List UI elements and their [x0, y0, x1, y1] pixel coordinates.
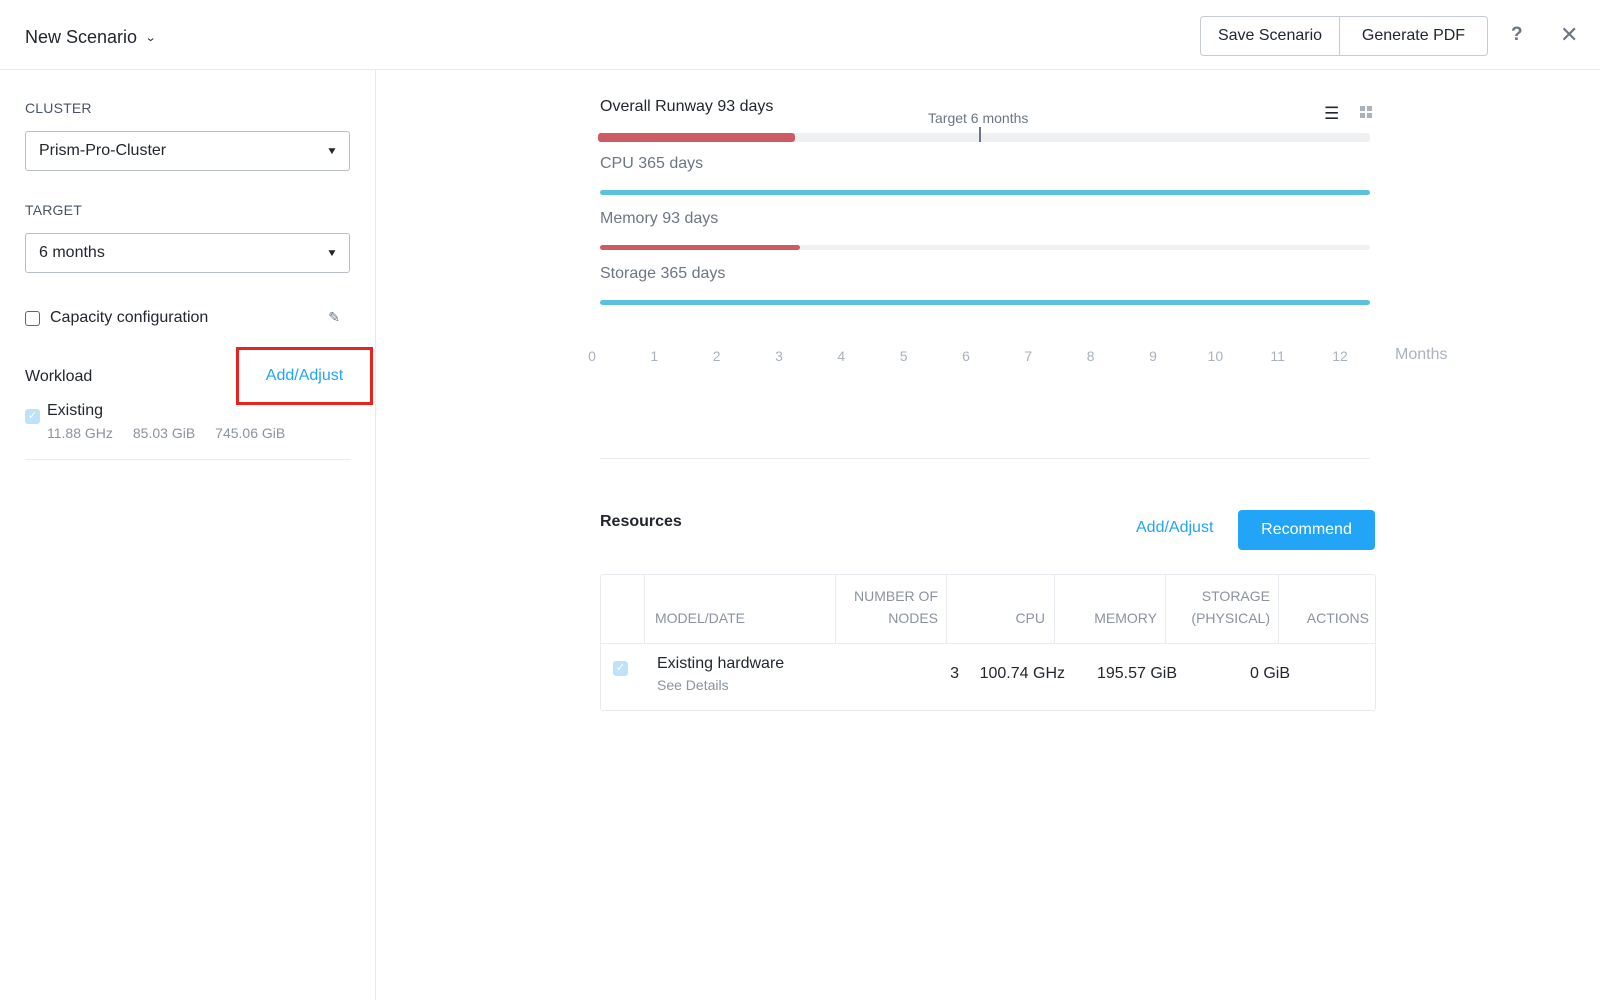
- axis-tick-label: 8: [1086, 348, 1095, 364]
- overall-runway-track: [598, 133, 1370, 142]
- axis-tick-label: 6: [962, 348, 970, 364]
- existing-workload-cpu: 11.88 GHz: [47, 425, 113, 441]
- months-axis-unit: Months: [1395, 346, 1448, 363]
- target-select[interactable]: 6 months ▼: [25, 233, 350, 273]
- pencil-edit-icon[interactable]: ✎: [328, 309, 340, 326]
- help-icon[interactable]: ?: [1511, 24, 1523, 46]
- section-divider: [600, 458, 1370, 459]
- header-button-group: Save Scenario Generate PDF: [1200, 16, 1488, 56]
- memory-runway-fill: [600, 245, 801, 250]
- workload-add-adjust-link[interactable]: Add/Adjust: [266, 367, 343, 385]
- axis-tick-label: 9: [1149, 348, 1157, 364]
- row-nodes: 3: [950, 665, 959, 682]
- memory-runway-track: [600, 245, 1370, 250]
- list-view-icon[interactable]: ☰: [1324, 104, 1339, 124]
- resources-add-adjust-link[interactable]: Add/Adjust: [1136, 519, 1213, 537]
- chevron-down-icon: ▼: [326, 145, 338, 157]
- column-separator: [835, 575, 836, 643]
- column-header-storage-line1: STORAGE: [1201, 588, 1270, 604]
- capacity-configuration-row: Capacity configuration ✎: [25, 306, 340, 330]
- target-marker-tick: [979, 127, 981, 142]
- scenario-title-dropdown[interactable]: New Scenario ⌄: [25, 27, 157, 48]
- existing-workload-metrics: 11.88 GHz 85.03 GiB 745.06 GiB: [47, 425, 285, 441]
- chevron-down-icon: ▼: [326, 247, 338, 259]
- existing-workload-storage: 745.06 GiB: [215, 425, 286, 441]
- target-marker-label: Target 6 months: [928, 110, 1029, 126]
- main-panel: Overall Runway 93 days Target 6 months ☰…: [376, 70, 1600, 1000]
- row-cpu: 100.74 GHz: [979, 665, 1065, 682]
- column-header-model: MODEL/DATE: [655, 610, 745, 626]
- existing-workload-checkbox[interactable]: ✓: [25, 409, 40, 424]
- target-label: TARGET: [25, 202, 82, 218]
- axis-tick-label: 12: [1332, 348, 1348, 364]
- memory-runway-label: Memory 93 days: [600, 210, 719, 227]
- cluster-select[interactable]: Prism-Pro-Cluster ▼: [25, 131, 350, 171]
- existing-hardware-checkbox[interactable]: ✓: [613, 661, 628, 676]
- cluster-label: CLUSTER: [25, 100, 92, 116]
- column-separator: [1054, 575, 1055, 643]
- close-icon[interactable]: ✕: [1560, 22, 1578, 48]
- storage-runway-track: [600, 300, 1370, 305]
- cpu-runway-track: [600, 190, 1370, 195]
- row-model-name: Existing hardware: [657, 655, 785, 672]
- column-header-nodes-line2: NODES: [888, 610, 938, 626]
- axis-tick-label: 5: [899, 348, 908, 364]
- column-separator: [946, 575, 947, 643]
- axis-tick-label: 3: [775, 348, 783, 364]
- generate-pdf-button[interactable]: Generate PDF: [1340, 16, 1488, 56]
- overall-runway-label: Overall Runway 93 days: [600, 98, 774, 115]
- header-row-separator: [601, 643, 1375, 644]
- storage-runway-label: Storage 365 days: [600, 265, 726, 282]
- cpu-runway-fill: [600, 190, 1370, 195]
- column-separator: [644, 575, 645, 643]
- column-header-actions: ACTIONS: [1306, 610, 1369, 626]
- axis-tick-label: 4: [837, 348, 846, 364]
- column-header-memory: MEMORY: [1094, 610, 1157, 626]
- column-header-storage-line2: (PHYSICAL): [1191, 610, 1270, 626]
- column-header-nodes-line1: NUMBER OF: [854, 588, 938, 604]
- axis-tick-label: 11: [1270, 348, 1285, 364]
- header: New Scenario ⌄ Save Scenario Generate PD…: [0, 0, 1600, 70]
- target-select-value: 6 months: [39, 244, 105, 261]
- grid-view-icon[interactable]: [1360, 106, 1372, 118]
- axis-tick-label: 2: [712, 348, 721, 364]
- overall-runway-fill: [598, 133, 795, 142]
- capacity-configuration-label: Capacity configuration: [50, 309, 209, 326]
- column-header-cpu: CPU: [1015, 610, 1045, 626]
- existing-workload-memory: 85.03 GiB: [132, 425, 196, 441]
- cpu-runway-label: CPU 365 days: [600, 155, 704, 172]
- resources-table: MODEL/DATE NUMBER OF NODES CPU MEMORY ST…: [600, 574, 1376, 711]
- save-scenario-button[interactable]: Save Scenario: [1200, 16, 1340, 56]
- row-storage: 0 GiB: [1249, 665, 1290, 682]
- axis-tick-label: 10: [1207, 348, 1224, 364]
- axis-tick-label: 0: [588, 348, 596, 364]
- capacity-configuration-checkbox[interactable]: [25, 310, 40, 326]
- recommend-button[interactable]: Recommend: [1238, 510, 1375, 550]
- column-separator: [1165, 575, 1166, 643]
- storage-runway-fill: [600, 300, 1370, 305]
- workload-item-existing: ✓ Existing 11.88 GHz 85.03 GiB 745.06 Gi…: [25, 402, 351, 460]
- scenario-title: New Scenario: [25, 27, 138, 47]
- workload-label: Workload: [25, 368, 93, 385]
- workload-add-adjust-highlight: Add/Adjust: [236, 347, 373, 405]
- row-memory: 195.57 GiB: [1096, 665, 1177, 682]
- axis-tick-label: 1: [650, 348, 659, 364]
- cluster-select-value: Prism-Pro-Cluster: [39, 142, 167, 159]
- resources-title: Resources: [600, 513, 682, 530]
- sidebar: CLUSTER Prism-Pro-Cluster ▼ TARGET 6 mon…: [0, 70, 376, 1000]
- existing-workload-name: Existing: [47, 402, 104, 419]
- column-separator: [1278, 575, 1279, 643]
- chevron-down-icon: ⌄: [144, 32, 157, 44]
- see-details-link[interactable]: See Details: [657, 677, 729, 693]
- axis-tick-label: 7: [1024, 348, 1033, 364]
